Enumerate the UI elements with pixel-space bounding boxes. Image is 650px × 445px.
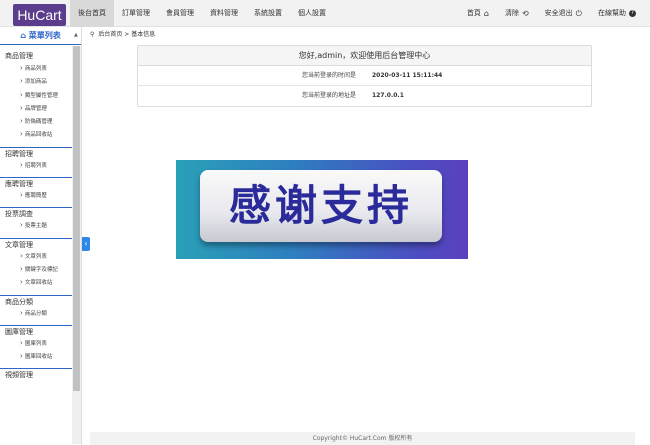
sidebar-item[interactable]: 文章回收站 (0, 276, 81, 289)
scrollbar-thumb[interactable] (73, 46, 80, 391)
sidebar-group: 商品管理商品列表添加商品類型屬性管理品牌管理防偽碼管理商品回收站 (0, 50, 81, 142)
footer: Copyright© HuCart.Com 版权所有 (90, 432, 635, 445)
sidebar-group: 視頻管理 (0, 368, 81, 380)
sidebar-item[interactable]: 類型屬性管理 (0, 89, 81, 102)
banner-plate: 感谢支持 (200, 170, 442, 242)
info-panel: 您好,admin，欢迎使用后台管理中心 您当前登录的时间是 2020-03-11… (137, 45, 592, 107)
logout-link-label: 安全退出 (544, 9, 573, 17)
login-address-row: 您当前登录的地址是 127.0.0.1 (138, 86, 591, 106)
power-icon: ⏻ (575, 9, 582, 18)
refresh-icon: ⟲ (521, 9, 529, 18)
breadcrumb-separator: > (124, 31, 130, 38)
login-time-row: 您当前登录的时间是 2020-03-11 15:11:44 (138, 66, 591, 86)
sidebar-item[interactable]: 應聘簡歷 (0, 189, 81, 202)
sidebar-item[interactable]: 圖庫列表 (0, 337, 81, 350)
nav-data[interactable]: 資料管理 (202, 0, 246, 27)
greeting: 您好,admin，欢迎使用后台管理中心 (138, 46, 591, 66)
home-link[interactable]: 首頁 ⌂ (467, 0, 489, 27)
link-icon: ⚲ (90, 31, 95, 38)
sidebar-group-title[interactable]: 商品分類 (0, 294, 81, 307)
sidebar-group: 文章管理文章列表關鍵字及標記文章回收站 (0, 237, 81, 290)
login-address-label: 您当前登录的地址是 (301, 92, 356, 99)
sidebar-item[interactable]: 投票主題 (0, 219, 81, 232)
home-link-label: 首頁 (466, 9, 481, 17)
nav-personal[interactable]: 個人設置 (290, 0, 334, 27)
sidebar-group-title[interactable]: 圖庫管理 (0, 324, 81, 337)
breadcrumb: ⚲ 后台首页 > 基本信息 (90, 29, 155, 38)
help-link[interactable]: 在線幫助 ? (598, 0, 636, 27)
sidebar-group: 投票調查投票主題 (0, 207, 81, 232)
sidebar-group-title[interactable]: 招聘管理 (0, 146, 81, 159)
sidebar-item[interactable]: 商品分類 (0, 307, 81, 320)
clear-link-label: 清除 (504, 9, 519, 17)
sidebar-item[interactable]: 圖庫回收站 (0, 350, 81, 363)
sidebar-group-title[interactable]: 投票調查 (0, 207, 81, 219)
top-bar: HuCart 後台首頁 訂單管理 會員管理 資料管理 系統設置 個人設置 首頁 … (0, 0, 650, 27)
sidebar-item[interactable]: 文章列表 (0, 250, 81, 263)
scroll-up-arrow-icon[interactable]: ▲ (74, 32, 78, 38)
sidebar-item[interactable]: 關鍵字及標記 (0, 263, 81, 276)
right-nav: 首頁 ⌂ 清除 ⟲ 安全退出 ⏻ 在線幫助 ? (451, 0, 636, 27)
sidebar-item[interactable]: 添加商品 (0, 75, 81, 88)
sidebar-group: 商品分類商品分類 (0, 294, 81, 320)
sidebar-item[interactable]: 防偽碼管理 (0, 115, 81, 128)
collapse-sidebar-button[interactable]: ‹ (82, 237, 90, 251)
login-time-value: 2020-03-11 15:11:44 (372, 72, 443, 79)
login-address-value: 127.0.0.1 (372, 92, 404, 99)
sidebar-scrollbar[interactable] (72, 46, 81, 444)
home-menu-icon: ⌂ (20, 31, 26, 40)
banner-text: 感谢支持 (228, 181, 413, 230)
nav-home[interactable]: 後台首頁 (70, 0, 114, 27)
nav-system[interactable]: 系統設置 (246, 0, 290, 27)
sidebar-item[interactable]: 商品列表 (0, 62, 81, 75)
login-time-label: 您当前登录的时间是 (301, 72, 356, 79)
sidebar-item[interactable]: 品牌管理 (0, 102, 81, 115)
sidebar-group-title[interactable]: 應聘管理 (0, 177, 81, 189)
breadcrumb-current: 基本信息 (131, 31, 156, 38)
clear-link[interactable]: 清除 ⟲ (505, 0, 529, 27)
sidebar-item[interactable]: 招聘列表 (0, 159, 81, 172)
sidebar: ⌂ 菜單列表 商品管理商品列表添加商品類型屬性管理品牌管理防偽碼管理商品回收站招… (0, 27, 82, 445)
sidebar-group: 招聘管理招聘列表 (0, 146, 81, 172)
help-link-label: 在線幫助 (598, 9, 626, 17)
sidebar-group-title[interactable]: 視頻管理 (0, 368, 81, 380)
thanks-banner: 感谢支持 (176, 160, 468, 259)
sidebar-group-title[interactable]: 文章管理 (0, 237, 81, 250)
help-icon: ? (629, 10, 636, 17)
sidebar-title-label: 菜單列表 (28, 31, 61, 40)
home-icon: ⌂ (483, 9, 489, 18)
breadcrumb-home[interactable]: 后台首页 (98, 31, 122, 38)
nav-orders[interactable]: 訂單管理 (114, 0, 158, 27)
logo[interactable]: HuCart (13, 4, 66, 26)
sidebar-title: ⌂ 菜單列表 (0, 27, 81, 45)
sidebar-item[interactable]: 商品回收站 (0, 128, 81, 141)
sidebar-group: 圖庫管理圖庫列表圖庫回收站 (0, 324, 81, 364)
logout-link[interactable]: 安全退出 ⏻ (545, 0, 582, 27)
sidebar-group-title[interactable]: 商品管理 (0, 50, 81, 62)
sidebar-group: 應聘管理應聘簡歷 (0, 177, 81, 202)
top-nav: 後台首頁 訂單管理 會員管理 資料管理 系統設置 個人設置 (70, 0, 334, 27)
nav-members[interactable]: 會員管理 (158, 0, 202, 27)
